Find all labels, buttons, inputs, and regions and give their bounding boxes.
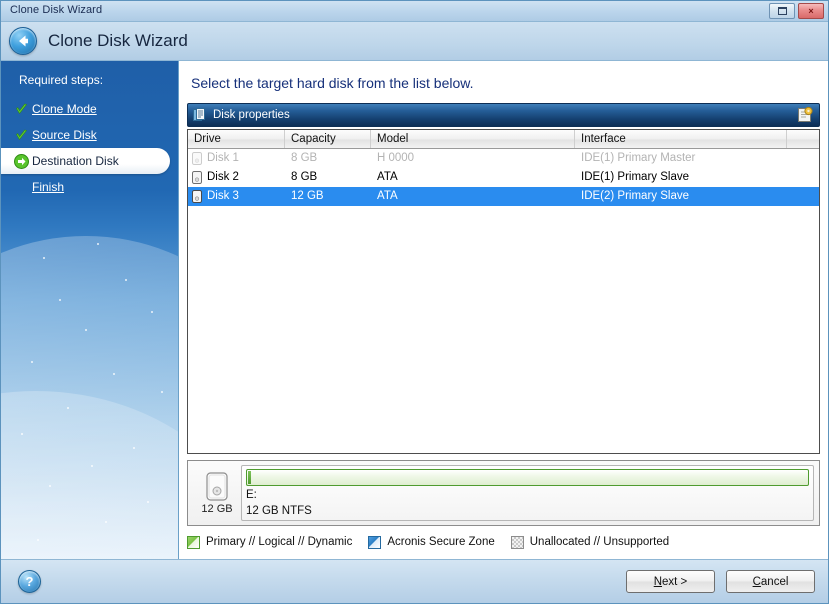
legend-label: Acronis Secure Zone [387, 536, 495, 548]
hard-disk-icon [206, 471, 228, 501]
question-mark-icon: ? [25, 574, 34, 589]
green-arrow-icon [12, 153, 31, 169]
sidebar-item-finish[interactable]: Finish [1, 174, 178, 200]
sidebar-item-label: Source Disk [32, 128, 97, 142]
hard-disk-icon [192, 171, 202, 184]
partition-legend: Primary // Logical // Dynamic Acronis Se… [187, 531, 820, 553]
maximize-button[interactable] [769, 3, 795, 19]
cell-interface: IDE(2) Primary Slave [581, 190, 689, 202]
sidebar-steps: Clone Mode Source Disk Destination Disk … [1, 96, 178, 200]
legend-swatch-gray [510, 535, 524, 549]
cell-model: H 0000 [377, 152, 415, 164]
cell-drive-label: Disk 1 [207, 152, 239, 164]
layout-disk-capacity: 12 GB [201, 502, 233, 515]
cell-drive: Disk 2 [188, 168, 285, 187]
cell-drive-label: Disk 2 [207, 171, 239, 183]
sidebar-item-label: Destination Disk [32, 154, 119, 168]
disk-table[interactable]: Drive Capacity Model Interface Disk 1 8 … [187, 129, 820, 454]
clone-disk-wizard-window: Clone Disk Wizard × Clone Disk Wizard Re… [0, 0, 829, 604]
hard-disk-icon [192, 190, 202, 203]
legend-item-secure-zone: Acronis Secure Zone [368, 535, 495, 549]
partition-bar-primary[interactable] [246, 469, 809, 486]
back-arrow-icon [19, 35, 28, 47]
sidebar-item-label: Finish [32, 180, 65, 194]
cell-model: ATA [377, 190, 398, 202]
partition-area[interactable]: E: 12 GB NTFS [241, 465, 814, 521]
disk-table-header: Drive Capacity Model Interface [188, 130, 819, 149]
disk-properties-label: Disk properties [213, 109, 290, 121]
back-button[interactable] [9, 27, 37, 55]
main-heading: Select the target hard disk from the lis… [191, 75, 474, 91]
column-header-drive[interactable]: Drive [188, 130, 285, 148]
column-header-capacity[interactable]: Capacity [285, 130, 371, 148]
legend-item-primary: Primary // Logical // Dynamic [187, 535, 353, 549]
sidebar-heading: Required steps: [19, 73, 104, 87]
properties-page-icon[interactable] [796, 106, 814, 129]
cancel-button[interactable]: Cancel [726, 570, 815, 593]
partition-details: 12 GB NTFS [246, 505, 312, 517]
sidebar-item-source-disk[interactable]: Source Disk [1, 122, 178, 148]
column-header-model[interactable]: Model [371, 130, 575, 148]
page-title: Clone Disk Wizard [48, 31, 188, 50]
partition-letter: E: [246, 489, 257, 501]
table-row[interactable]: Disk 3 12 GB ATA IDE(2) Primary Slave [188, 187, 819, 206]
layout-disk-icon-group: 12 GB [193, 471, 241, 515]
cell-model: ATA [377, 171, 398, 183]
wizard-header: Clone Disk Wizard [1, 22, 828, 61]
next-button-label: ext > [662, 575, 688, 588]
window-title: Clone Disk Wizard [10, 4, 103, 16]
help-button[interactable]: ? [18, 570, 41, 593]
maximize-icon [777, 7, 787, 15]
window-body: Required steps: Clone Mode Source Disk D… [1, 61, 828, 559]
cell-capacity: 8 GB [291, 171, 318, 183]
main-panel: Select the target hard disk from the lis… [179, 61, 828, 559]
legend-label: Primary // Logical // Dynamic [206, 536, 353, 548]
next-button[interactable]: Next > [626, 570, 715, 593]
hard-disk-icon [192, 152, 202, 165]
table-row[interactable]: Disk 1 8 GB H 0000 IDE(1) Primary Master [188, 149, 819, 168]
title-bar: Clone Disk Wizard × [1, 1, 828, 22]
cell-interface: IDE(1) Primary Slave [581, 171, 689, 183]
column-header-interface[interactable]: Interface [575, 130, 787, 148]
disk-layout-panel: 12 GB E: 12 GB NTFS [187, 460, 820, 526]
legend-swatch-blue [368, 535, 382, 549]
disk-properties-icon [193, 108, 207, 122]
green-check-icon [12, 103, 31, 116]
close-button[interactable]: × [798, 3, 824, 19]
next-button-accel: N [653, 575, 663, 588]
sidebar-item-clone-mode[interactable]: Clone Mode [1, 96, 178, 122]
sidebar-item-destination-disk[interactable]: Destination Disk [1, 148, 170, 174]
sidebar: Required steps: Clone Mode Source Disk D… [1, 61, 179, 559]
footer-bar: ? Next > Cancel [1, 559, 828, 603]
legend-swatch-green [187, 535, 200, 549]
cell-capacity: 8 GB [291, 152, 318, 164]
cell-drive: Disk 1 [188, 149, 285, 168]
legend-item-unallocated: Unallocated // Unsupported [510, 535, 670, 549]
cell-drive-label: Disk 3 [207, 190, 239, 202]
legend-label: Unallocated // Unsupported [529, 536, 670, 548]
green-check-icon [12, 129, 31, 142]
column-header-spacer [787, 130, 819, 148]
disk-properties-toolbar[interactable]: Disk properties [187, 103, 820, 127]
cell-capacity: 12 GB [291, 190, 324, 202]
cell-interface: IDE(1) Primary Master [581, 152, 696, 164]
cancel-button-accel: C [752, 575, 761, 588]
window-controls: × [769, 3, 824, 19]
close-icon: × [808, 6, 814, 16]
cell-drive: Disk 3 [188, 187, 285, 206]
table-row[interactable]: Disk 2 8 GB ATA IDE(1) Primary Slave [188, 168, 819, 187]
sidebar-item-label: Clone Mode [32, 102, 97, 116]
disk-table-body: Disk 1 8 GB H 0000 IDE(1) Primary Master [188, 149, 819, 453]
cancel-button-label: ancel [760, 575, 789, 588]
footer-buttons: Next > Cancel [626, 570, 815, 593]
